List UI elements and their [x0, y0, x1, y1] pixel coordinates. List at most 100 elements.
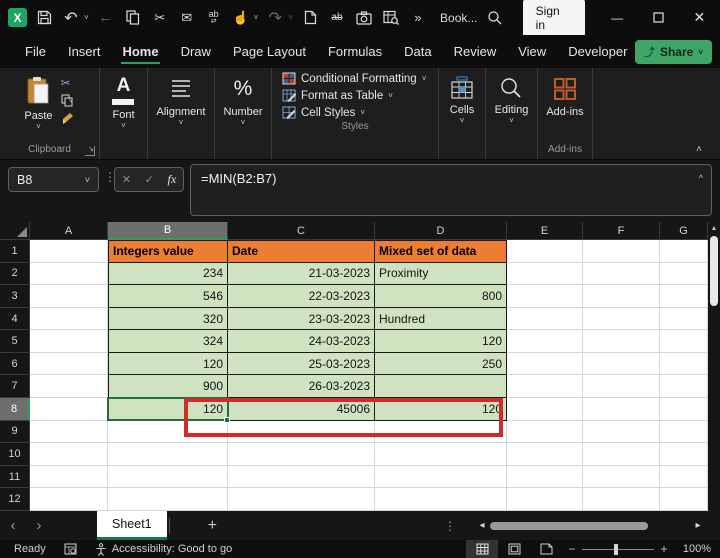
- formula-input[interactable]: =MIN(B2:B7) ^: [190, 164, 712, 216]
- cell-C9[interactable]: [228, 420, 375, 444]
- cell-G5[interactable]: [660, 330, 708, 353]
- cell-D5[interactable]: 120: [375, 330, 507, 353]
- cell-F12[interactable]: [583, 488, 660, 511]
- touch-mode-dropdown-icon[interactable]: ˅: [254, 13, 259, 22]
- cell-B11[interactable]: [108, 465, 228, 489]
- row-header-4[interactable]: 4: [0, 307, 30, 331]
- zoom-out-button[interactable]: −: [562, 542, 582, 556]
- undo-icon[interactable]: ↶: [61, 7, 81, 29]
- alignment-dropdown-icon[interactable]: ˅: [179, 119, 184, 127]
- cell-C3[interactable]: 22-03-2023: [228, 285, 375, 308]
- sheetbar-options-icon[interactable]: ⋮: [444, 519, 456, 533]
- addins-button[interactable]: Add-ins: [546, 74, 584, 118]
- macro-record-icon[interactable]: [64, 543, 77, 555]
- clipboard-dialog-launcher[interactable]: [85, 142, 95, 157]
- cell-F4[interactable]: [583, 307, 660, 331]
- name-box[interactable]: B8 ˅: [8, 167, 99, 192]
- cell-E4[interactable]: [507, 307, 583, 331]
- zoom-in-button[interactable]: +: [654, 542, 674, 556]
- cell-G1[interactable]: [660, 240, 708, 263]
- cell-A1[interactable]: [30, 240, 108, 263]
- cell-B6[interactable]: 120: [108, 352, 228, 376]
- cell-D2[interactable]: Proximity: [375, 262, 507, 286]
- cell-A2[interactable]: [30, 262, 108, 286]
- cell-C12[interactable]: [228, 488, 375, 511]
- cell-D12[interactable]: [375, 488, 507, 511]
- cell-C1[interactable]: Date: [228, 240, 375, 263]
- cell-A5[interactable]: [30, 330, 108, 353]
- accessibility-status[interactable]: Accessibility: Good to go: [112, 543, 232, 555]
- cell-C10[interactable]: [228, 443, 375, 466]
- cell-B1[interactable]: Integers value: [108, 240, 228, 263]
- cell-A8[interactable]: [30, 398, 108, 421]
- cell-F5[interactable]: [583, 330, 660, 353]
- search-icon[interactable]: [477, 7, 510, 29]
- cell-E1[interactable]: [507, 240, 583, 263]
- row-header-9[interactable]: 9: [0, 420, 30, 444]
- cell-E2[interactable]: [507, 262, 583, 286]
- add-sheet-button[interactable]: +: [208, 517, 217, 535]
- column-header-F[interactable]: F: [583, 222, 660, 240]
- cell-F9[interactable]: [583, 420, 660, 444]
- share-button[interactable]: ⤴ Share ˅: [634, 40, 712, 64]
- column-header-B[interactable]: B: [108, 222, 228, 240]
- menu-tab-draw[interactable]: Draw: [172, 37, 220, 67]
- cell-G2[interactable]: [660, 262, 708, 286]
- cell-A7[interactable]: [30, 375, 108, 399]
- horizontal-scrollbar[interactable]: [490, 521, 690, 531]
- cell-D9[interactable]: [375, 420, 507, 444]
- cell-C6[interactable]: 25-03-2023: [228, 352, 375, 376]
- find-replace-icon[interactable]: ab ⇄: [204, 7, 224, 29]
- strikethrough-icon[interactable]: ab: [327, 7, 347, 29]
- number-dropdown-icon[interactable]: ˅: [241, 119, 246, 127]
- next-sheet-icon[interactable]: ›: [26, 517, 52, 534]
- cell-G3[interactable]: [660, 285, 708, 308]
- column-header-D[interactable]: D: [375, 222, 507, 240]
- format-as-table-button[interactable]: Format as Table ˅: [282, 89, 438, 102]
- cut-button[interactable]: ✂: [61, 76, 75, 90]
- font-button[interactable]: A Font ˅: [112, 74, 135, 130]
- zoom-slider-thumb[interactable]: [614, 543, 618, 555]
- cell-E9[interactable]: [507, 420, 583, 444]
- close-button[interactable]: ✕: [679, 0, 720, 35]
- copy-button[interactable]: ˅: [61, 93, 75, 107]
- insert-function-icon[interactable]: fx: [168, 172, 177, 187]
- sheet-tab-sheet1[interactable]: Sheet1: [97, 511, 167, 540]
- menu-tab-insert[interactable]: Insert: [59, 37, 110, 67]
- collapse-formula-bar-icon[interactable]: ^: [699, 173, 703, 183]
- cell-A11[interactable]: [30, 465, 108, 489]
- number-button[interactable]: % Number ˅: [223, 74, 262, 127]
- cell-F1[interactable]: [583, 240, 660, 263]
- horizontal-scrollbar-thumb[interactable]: [490, 521, 648, 530]
- scroll-up-icon[interactable]: ▲: [711, 222, 718, 232]
- cell-D10[interactable]: [375, 443, 507, 466]
- accessibility-icon[interactable]: [95, 542, 107, 556]
- column-header-A[interactable]: A: [30, 222, 108, 240]
- maximize-button[interactable]: [638, 0, 679, 35]
- cell-C4[interactable]: 23-03-2023: [228, 307, 375, 331]
- cell-B12[interactable]: [108, 488, 228, 511]
- cell-D7[interactable]: [375, 375, 507, 399]
- row-header-6[interactable]: 6: [0, 352, 30, 376]
- cell-C7[interactable]: 26-03-2023: [228, 375, 375, 399]
- cell-E7[interactable]: [507, 375, 583, 399]
- cell-A12[interactable]: [30, 488, 108, 511]
- cell-E6[interactable]: [507, 352, 583, 376]
- cell-A9[interactable]: [30, 420, 108, 444]
- collapse-ribbon-icon[interactable]: ˄: [696, 144, 702, 155]
- menu-tab-formulas[interactable]: Formulas: [319, 37, 391, 67]
- enter-icon[interactable]: ✓: [145, 173, 154, 186]
- cell-B4[interactable]: 320: [108, 307, 228, 331]
- cells-dropdown-icon[interactable]: ˅: [460, 117, 465, 125]
- menu-tab-review[interactable]: Review: [445, 37, 506, 67]
- row-header-12[interactable]: 12: [0, 488, 30, 511]
- row-header-11[interactable]: 11: [0, 465, 30, 489]
- sign-in-button[interactable]: Sign in: [522, 0, 585, 36]
- cell-B8[interactable]: 120: [108, 398, 228, 421]
- fill-handle[interactable]: [224, 417, 230, 423]
- cell-C5[interactable]: 24-03-2023: [228, 330, 375, 353]
- cell-G9[interactable]: [660, 420, 708, 444]
- cell-F2[interactable]: [583, 262, 660, 286]
- cell-B2[interactable]: 234: [108, 262, 228, 286]
- column-header-C[interactable]: C: [228, 222, 375, 240]
